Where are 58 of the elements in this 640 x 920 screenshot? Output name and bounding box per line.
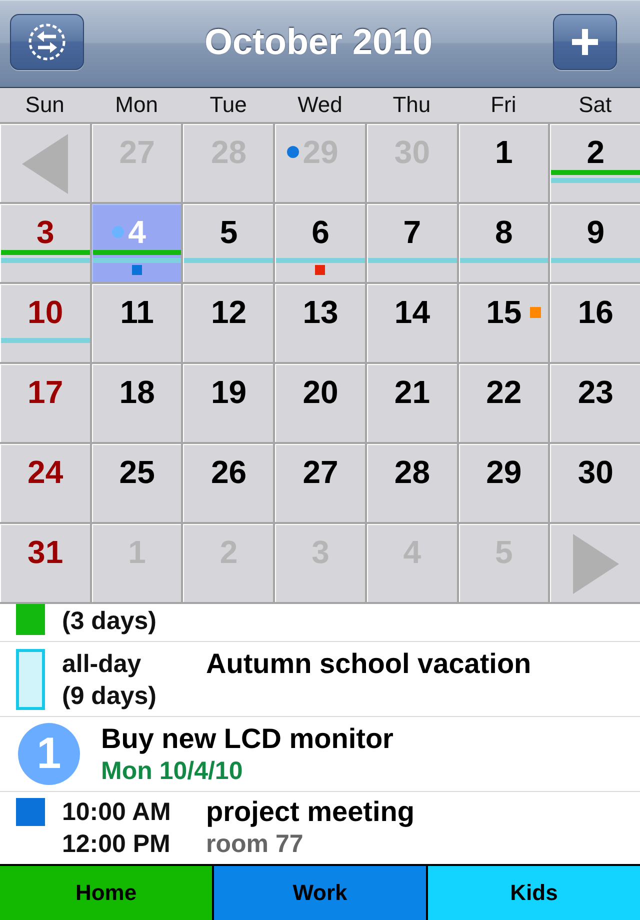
day-cell[interactable]: 15 (458, 284, 548, 362)
day-cell[interactable]: 6 (275, 204, 365, 282)
swap-arrows-icon (27, 22, 67, 62)
day-cell[interactable]: 17 (0, 364, 90, 442)
day-cell[interactable]: 19 (183, 364, 274, 442)
day-cell[interactable]: 18 (92, 364, 182, 442)
weekday-label: Thu (392, 91, 432, 119)
day-cell[interactable]: 26 (183, 444, 274, 522)
task-badge: 1 (18, 723, 80, 785)
calendar-tab[interactable]: Work (212, 866, 426, 920)
task-title: Buy new LCD monitor (101, 723, 394, 755)
day-cell[interactable]: 23 (550, 364, 640, 442)
day-cell[interactable]: 24 (0, 444, 90, 522)
day-cell[interactable]: 16 (550, 284, 640, 362)
event-title: Autumn school vacation (206, 648, 532, 680)
day-cell[interactable]: 8 (458, 204, 548, 282)
day-cell[interactable]: 11 (92, 284, 182, 362)
day-cell[interactable]: 3 (0, 204, 90, 282)
start-time: 10:00 AM (62, 797, 172, 828)
end-time: 12:00 PM (62, 829, 172, 860)
weekday-label: Fri (490, 91, 518, 119)
day-cell[interactable]: 25 (92, 444, 182, 522)
day-cell[interactable]: 2 (550, 124, 640, 202)
switch-view-button[interactable] (10, 14, 84, 70)
calendar-tab[interactable]: Home (0, 866, 212, 920)
event-duration: (9 days) (62, 681, 158, 712)
day-cell[interactable]: 1 (458, 124, 548, 202)
weekday-label: Mon (114, 91, 159, 119)
day-cell[interactable]: 30 (550, 444, 640, 522)
add-button[interactable] (553, 14, 617, 70)
day-cell[interactable]: 7 (366, 204, 457, 282)
day-cell[interactable]: 5 (183, 204, 274, 282)
day-cell[interactable]: 12 (183, 284, 274, 362)
task-due-date: Mon 10/4/10 (101, 756, 244, 787)
day-cell[interactable]: 27 (275, 444, 365, 522)
event-title: project meeting (206, 796, 414, 828)
all-day-label: all-day (62, 649, 142, 680)
calendar-tab[interactable]: Kids (426, 866, 640, 920)
month-title: October 2010 (204, 21, 433, 63)
day-cell[interactable]: 10 (0, 284, 90, 362)
day-cell[interactable]: 9 (550, 204, 640, 282)
event-location: room 77 (206, 829, 304, 860)
weekday-label: Sun (24, 91, 66, 119)
day-cell[interactable]: 20 (275, 364, 365, 442)
event-duration: (3 days) (62, 606, 158, 637)
day-cell[interactable]: 28 (366, 444, 457, 522)
day-cell[interactable]: 29 (458, 444, 548, 522)
weekday-label: Tue (208, 91, 248, 119)
day-cell[interactable]: 13 (275, 284, 365, 362)
weekday-label: Sat (578, 91, 613, 119)
day-cell[interactable]: 31 (0, 524, 90, 602)
day-cell[interactable]: 22 (458, 364, 548, 442)
weekday-label: Wed (296, 91, 344, 119)
day-cell[interactable]: 14 (366, 284, 457, 362)
day-cell[interactable]: 21 (366, 364, 457, 442)
left-arrow-icon (22, 134, 68, 194)
right-arrow-icon (572, 534, 619, 594)
plus-icon (572, 29, 598, 55)
